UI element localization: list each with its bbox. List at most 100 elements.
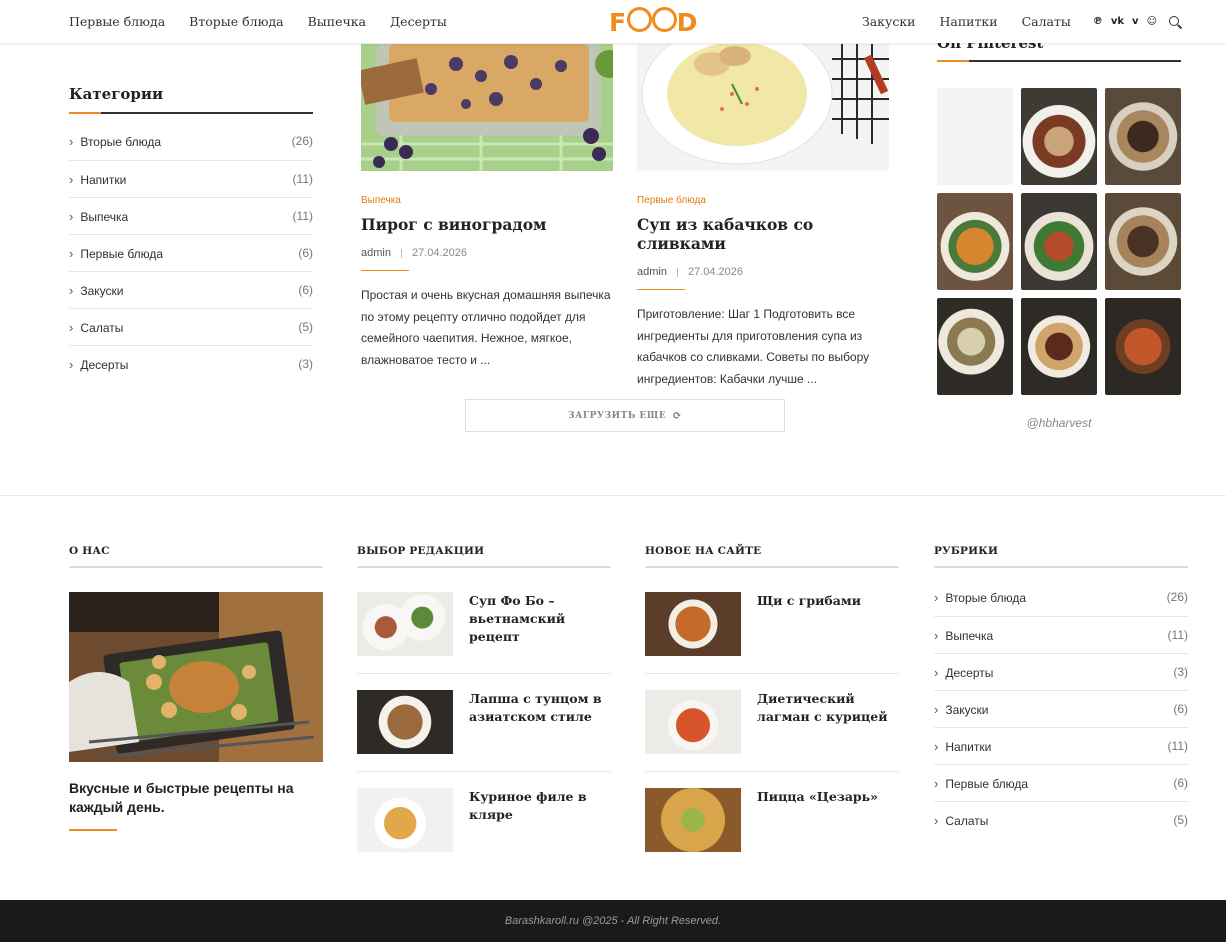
sidebar-title: Категории	[69, 85, 164, 103]
rubric-count: (11)	[1167, 739, 1188, 753]
post-image[interactable]	[637, 44, 889, 171]
post-thumbnail[interactable]	[357, 690, 453, 754]
nav-item-second-courses[interactable]: Вторые блюда	[189, 14, 283, 29]
copyright-bar: Barashkaroll.ru @2025 - All Right Reserv…	[0, 900, 1226, 942]
post-excerpt: Простая и очень вкусная домашняя выпечка…	[361, 288, 611, 367]
rubric-item[interactable]: Вторые блюда (26)	[934, 578, 1188, 617]
pinterest-icon[interactable]: ℗	[1093, 16, 1103, 27]
pinterest-image[interactable]	[937, 298, 1013, 395]
post-title[interactable]: Пицца «Цезарь»	[757, 788, 878, 852]
sidebar-categories: Категории Вторые блюда (26) Напитки (11) В…	[69, 85, 313, 382]
footer-post[interactable]: Диетический лагман с курицей	[645, 673, 899, 754]
reddit-icon[interactable]: ☺	[1147, 16, 1157, 27]
post-title[interactable]: Куриное филе в кляре	[469, 788, 611, 852]
post-card: Выпечка Пирог с виноградом admin 27.04.2…	[361, 44, 613, 371]
meta-separator	[400, 248, 402, 258]
pinterest-username[interactable]: @hbharvest	[937, 416, 1181, 430]
rubric-count: (11)	[1167, 628, 1188, 642]
rubric-label: Выпечка	[934, 628, 993, 643]
post-thumbnail[interactable]	[645, 788, 741, 852]
nav-item-baking[interactable]: Выпечка	[308, 14, 366, 29]
footer-post[interactable]: Щи с грибами	[645, 592, 899, 656]
category-label: Первые блюда	[69, 246, 163, 261]
category-item[interactable]: Салаты (5)	[69, 309, 313, 346]
category-item[interactable]: Первые блюда (6)	[69, 235, 313, 272]
post-card: Первые блюда Суп из кабачков со сливками…	[637, 44, 889, 390]
vk-icon[interactable]: vk	[1111, 16, 1124, 27]
about-divider	[69, 829, 117, 831]
category-count: (26)	[291, 134, 313, 148]
post-divider	[637, 289, 685, 290]
pinterest-image[interactable]	[1021, 298, 1097, 395]
meta-separator	[676, 267, 678, 277]
rubric-item[interactable]: Напитки (11)	[934, 728, 1188, 765]
category-item[interactable]: Закуски (6)	[69, 272, 313, 309]
footer-title: РУБРИКИ	[934, 545, 999, 557]
rubric-item[interactable]: Салаты (5)	[934, 802, 1188, 838]
post-title[interactable]: Суп из кабачков со сливками	[637, 215, 889, 253]
pinterest-image[interactable]	[937, 193, 1013, 290]
nav-item-salads[interactable]: Салаты	[1022, 14, 1071, 29]
category-item[interactable]: Вторые блюда (26)	[69, 122, 313, 161]
category-item[interactable]: Десерты (3)	[69, 346, 313, 382]
post-title[interactable]: Лапша с тунцом в азиатском стиле	[469, 690, 611, 754]
logo-letter-f: F	[609, 8, 627, 37]
pinterest-image[interactable]	[1105, 298, 1181, 395]
rubric-item[interactable]: Выпечка (11)	[934, 617, 1188, 654]
rubric-item[interactable]: Первые блюда (6)	[934, 765, 1188, 802]
rubric-count: (26)	[1166, 590, 1188, 604]
rubric-count: (6)	[1173, 776, 1188, 790]
post-thumbnail[interactable]	[645, 690, 741, 754]
nav-item-first-courses[interactable]: Первые блюда	[69, 14, 165, 29]
post-title[interactable]: Пирог с виноградом	[361, 215, 613, 234]
pinterest-image[interactable]	[1105, 88, 1181, 185]
post-thumbnail[interactable]	[357, 788, 453, 852]
pinterest-image[interactable]	[1105, 193, 1181, 290]
pinterest-image[interactable]	[1021, 193, 1097, 290]
title-underline	[69, 112, 313, 114]
post-image[interactable]	[361, 44, 613, 171]
nav-item-desserts[interactable]: Десерты	[390, 14, 447, 29]
rubric-count: (6)	[1173, 702, 1188, 716]
post-category[interactable]: Первые блюда	[637, 195, 889, 206]
post-meta: admin 27.04.2026	[361, 247, 613, 259]
footer-post[interactable]: Лапша с тунцом в азиатском стиле	[357, 673, 611, 754]
load-more-button[interactable]: ЗАГРУЗИТЬ ЕЩЕ ⟳	[465, 399, 785, 432]
post-title[interactable]: Щи с грибами	[757, 592, 861, 656]
vimeo-icon[interactable]: v	[1132, 16, 1139, 27]
post-excerpt: Приготовление: Шаг 1 Подготовить все инг…	[637, 307, 870, 386]
category-count: (6)	[298, 283, 313, 297]
title-underline	[937, 60, 1181, 62]
post-author[interactable]: admin	[637, 266, 667, 278]
plate-icon	[626, 7, 652, 32]
footer-title-line	[357, 566, 611, 568]
category-item[interactable]: Выпечка (11)	[69, 198, 313, 235]
rubric-item[interactable]: Закуски (6)	[934, 691, 1188, 728]
post-thumbnail[interactable]	[645, 592, 741, 656]
post-title[interactable]: Суп Фо Бо – вьетнамский рецепт	[469, 592, 611, 656]
main-nav-right: Закуски Напитки Салаты ℗ vk v ☺	[838, 0, 1181, 43]
category-label: Вторые блюда	[69, 134, 161, 149]
category-label: Закуски	[69, 283, 123, 298]
post-author[interactable]: admin	[361, 247, 391, 259]
category-count: (3)	[298, 357, 313, 371]
post-thumbnail[interactable]	[357, 592, 453, 656]
post-category[interactable]: Выпечка	[361, 195, 613, 206]
rubric-item[interactable]: Десерты (3)	[934, 654, 1188, 691]
footer-post[interactable]: Пицца «Цезарь»	[645, 771, 899, 852]
rubric-label: Салаты	[934, 813, 988, 828]
nav-item-drinks[interactable]: Напитки	[940, 14, 998, 29]
pinterest-image[interactable]	[1021, 88, 1097, 185]
pinterest-image[interactable]	[937, 88, 1013, 185]
main-nav-left: Первые блюда Вторые блюда Выпечка Десерт…	[69, 0, 471, 43]
nav-item-snacks[interactable]: Закуски	[862, 14, 916, 29]
post-title[interactable]: Диетический лагман с курицей	[757, 690, 899, 754]
footer-post[interactable]: Суп Фо Бо – вьетнамский рецепт	[357, 592, 611, 656]
category-item[interactable]: Напитки (11)	[69, 161, 313, 198]
site-logo[interactable]: FD	[609, 7, 698, 37]
rubric-label: Десерты	[934, 665, 993, 680]
category-count: (6)	[298, 246, 313, 260]
search-icon[interactable]	[1169, 15, 1181, 28]
footer-post[interactable]: Куриное филе в кляре	[357, 771, 611, 852]
pinterest-grid	[937, 88, 1181, 395]
